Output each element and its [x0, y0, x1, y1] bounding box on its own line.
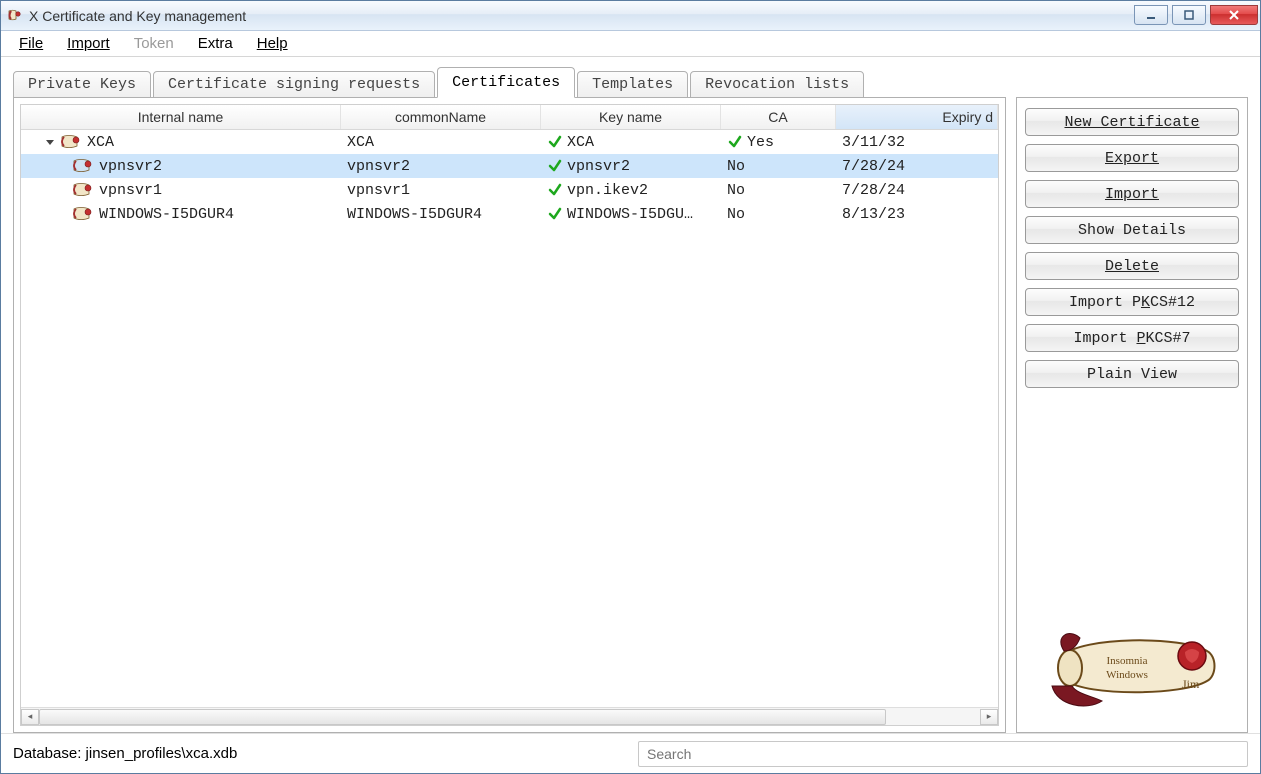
- logo-area: Insomnia Windows Jim: [1025, 396, 1239, 722]
- table-row[interactable]: vpnsvr1vpnsvr1vpn.ikev2No7/28/24: [21, 178, 998, 202]
- app-icon: [7, 8, 23, 24]
- scroll-left-button[interactable]: ◂: [21, 709, 39, 725]
- cell-ca: No: [721, 154, 836, 178]
- check-icon: [547, 158, 563, 174]
- tab-templates[interactable]: Templates: [577, 71, 688, 98]
- cell-internal-name: vpnsvr1: [99, 182, 162, 199]
- svg-text:Windows: Windows: [1106, 669, 1148, 681]
- cell-expiry: 7/28/24: [836, 178, 998, 202]
- tab-private-keys[interactable]: Private Keys: [13, 71, 151, 98]
- table-row[interactable]: vpnsvr2vpnsvr2vpnsvr2No7/28/24: [21, 154, 998, 178]
- certificates-table: Internal name commonName Key name CA Exp…: [20, 104, 999, 726]
- certificate-icon: [71, 206, 93, 222]
- close-button[interactable]: [1210, 5, 1258, 25]
- menu-file[interactable]: File: [9, 33, 53, 54]
- delete-button[interactable]: Delete: [1025, 252, 1239, 280]
- col-key-name[interactable]: Key name: [541, 105, 721, 129]
- window-title: X Certificate and Key management: [29, 8, 246, 24]
- check-icon: [727, 134, 743, 150]
- table-header: Internal name commonName Key name CA Exp…: [21, 105, 998, 130]
- col-internal-name[interactable]: Internal name: [21, 105, 341, 129]
- import-pkcs7-button[interactable]: Import PKCS#7: [1025, 324, 1239, 352]
- check-icon: [547, 182, 563, 198]
- tab-csr[interactable]: Certificate signing requests: [153, 71, 435, 98]
- menu-help[interactable]: Help: [247, 33, 298, 54]
- cell-ca: No: [721, 178, 836, 202]
- search-input[interactable]: [638, 741, 1248, 767]
- tabstrip: Private Keys Certificate signing request…: [13, 67, 1248, 98]
- menubar: File Import Token Extra Help: [1, 31, 1260, 57]
- table-row[interactable]: XCAXCAXCAYes3/11/32: [21, 130, 998, 154]
- tab-certificates[interactable]: Certificates: [437, 67, 575, 98]
- button-pane: New Certificate Export Import Show Detai…: [1016, 97, 1248, 733]
- import-pkcs12-button[interactable]: Import PKCS#12: [1025, 288, 1239, 316]
- statusbar: Database: jinsen_profiles\xca.xdb: [1, 733, 1260, 773]
- main-window: X Certificate and Key management File Im…: [0, 0, 1261, 774]
- export-button[interactable]: Export: [1025, 144, 1239, 172]
- cell-key-name: XCA: [541, 130, 721, 154]
- table-row[interactable]: WINDOWS-I5DGUR4WINDOWS-I5DGUR4WINDOWS-I5…: [21, 202, 998, 226]
- cell-internal-name: XCA: [87, 134, 114, 151]
- cell-common-name: WINDOWS-I5DGUR4: [341, 202, 541, 226]
- certificate-icon: [59, 134, 81, 150]
- expander-icon[interactable]: [45, 137, 55, 147]
- cell-ca: No: [721, 202, 836, 226]
- svg-text:Insomnia: Insomnia: [1107, 655, 1148, 667]
- check-icon: [547, 134, 563, 150]
- plain-view-button[interactable]: Plain View: [1025, 360, 1239, 388]
- cell-expiry: 8/13/23: [836, 202, 998, 226]
- cell-expiry: 3/11/32: [836, 130, 998, 154]
- cell-common-name: vpnsvr1: [341, 178, 541, 202]
- new-certificate-button[interactable]: New Certificate: [1025, 108, 1239, 136]
- titlebar: X Certificate and Key management: [1, 1, 1260, 31]
- menu-extra[interactable]: Extra: [188, 33, 243, 54]
- show-details-button[interactable]: Show Details: [1025, 216, 1239, 244]
- col-expiry[interactable]: Expiry d: [836, 105, 998, 129]
- tab-revocation[interactable]: Revocation lists: [690, 71, 864, 98]
- col-ca[interactable]: CA: [721, 105, 836, 129]
- certificate-icon: [71, 158, 93, 174]
- maximize-button[interactable]: [1172, 5, 1206, 25]
- menu-import[interactable]: Import: [57, 33, 120, 54]
- certificates-pane: Internal name commonName Key name CA Exp…: [13, 97, 1006, 733]
- col-common-name[interactable]: commonName: [341, 105, 541, 129]
- cell-key-name: vpn.ikev2: [541, 178, 721, 202]
- certificate-icon: [71, 182, 93, 198]
- table-body: XCAXCAXCAYes3/11/32 vpnsvr2vpnsvr2vpnsvr…: [21, 130, 998, 707]
- cell-key-name: WINDOWS-I5DGU…: [541, 202, 721, 226]
- menu-token: Token: [124, 33, 184, 54]
- import-button[interactable]: Import: [1025, 180, 1239, 208]
- cell-expiry: 7/28/24: [836, 154, 998, 178]
- cell-key-name: vpnsvr2: [541, 154, 721, 178]
- horizontal-scrollbar[interactable]: ◂ ▸: [21, 707, 998, 725]
- scroll-thumb[interactable]: [39, 709, 886, 725]
- minimize-button[interactable]: [1134, 5, 1168, 25]
- scroll-logo-icon: Insomnia Windows Jim: [1032, 616, 1232, 716]
- cell-internal-name: WINDOWS-I5DGUR4: [99, 206, 234, 223]
- database-label: Database: jinsen_profiles\xca.xdb: [13, 745, 237, 762]
- check-icon: [547, 206, 563, 222]
- client-area: Private Keys Certificate signing request…: [1, 57, 1260, 733]
- cell-internal-name: vpnsvr2: [99, 158, 162, 175]
- scroll-right-button[interactable]: ▸: [980, 709, 998, 725]
- cell-common-name: vpnsvr2: [341, 154, 541, 178]
- cell-common-name: XCA: [341, 130, 541, 154]
- cell-ca: Yes: [721, 130, 836, 154]
- svg-text:Jim: Jim: [1182, 677, 1200, 691]
